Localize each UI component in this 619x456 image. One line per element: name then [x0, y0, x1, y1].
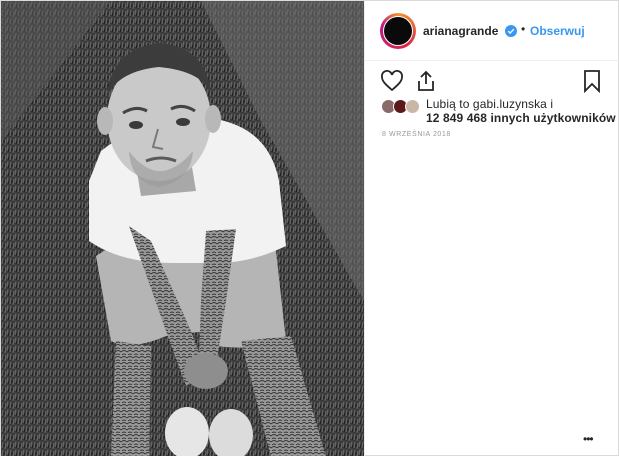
username-link[interactable]: arianagrande [423, 24, 498, 38]
avatar-image [383, 16, 413, 46]
verified-badge-icon [505, 25, 517, 37]
likes-line-2: 12 849 468 innych użytkowników [426, 111, 616, 125]
separator-dot: • [521, 22, 526, 36]
more-options-icon[interactable]: ••• [583, 432, 594, 446]
post-date[interactable]: 8 WRZEŚNIA 2018 [382, 131, 451, 138]
post-header: arianagrande • Obserwuj [365, 1, 619, 61]
post-details: arianagrande • Obserwuj Lubią to gabi.lu… [364, 1, 619, 456]
post-photo[interactable] [1, 1, 364, 456]
bookmark-icon[interactable] [580, 69, 604, 93]
avatar[interactable] [380, 13, 416, 49]
post-modal: arianagrande • Obserwuj Lubią to gabi.lu… [0, 0, 619, 456]
likes-section: Lubią to gabi.luzynska i 12 849 468 inny… [381, 97, 616, 127]
photo-image [1, 1, 364, 456]
share-icon[interactable] [414, 69, 438, 93]
action-bar [365, 65, 619, 95]
likes-text[interactable]: Lubią to gabi.luzynska i 12 849 468 inny… [426, 97, 616, 125]
likes-line-1: Lubią to gabi.luzynska i [426, 97, 554, 111]
liker-avatar[interactable] [405, 99, 420, 114]
heart-icon[interactable] [380, 69, 404, 93]
follow-button[interactable]: Obserwuj [530, 24, 585, 38]
